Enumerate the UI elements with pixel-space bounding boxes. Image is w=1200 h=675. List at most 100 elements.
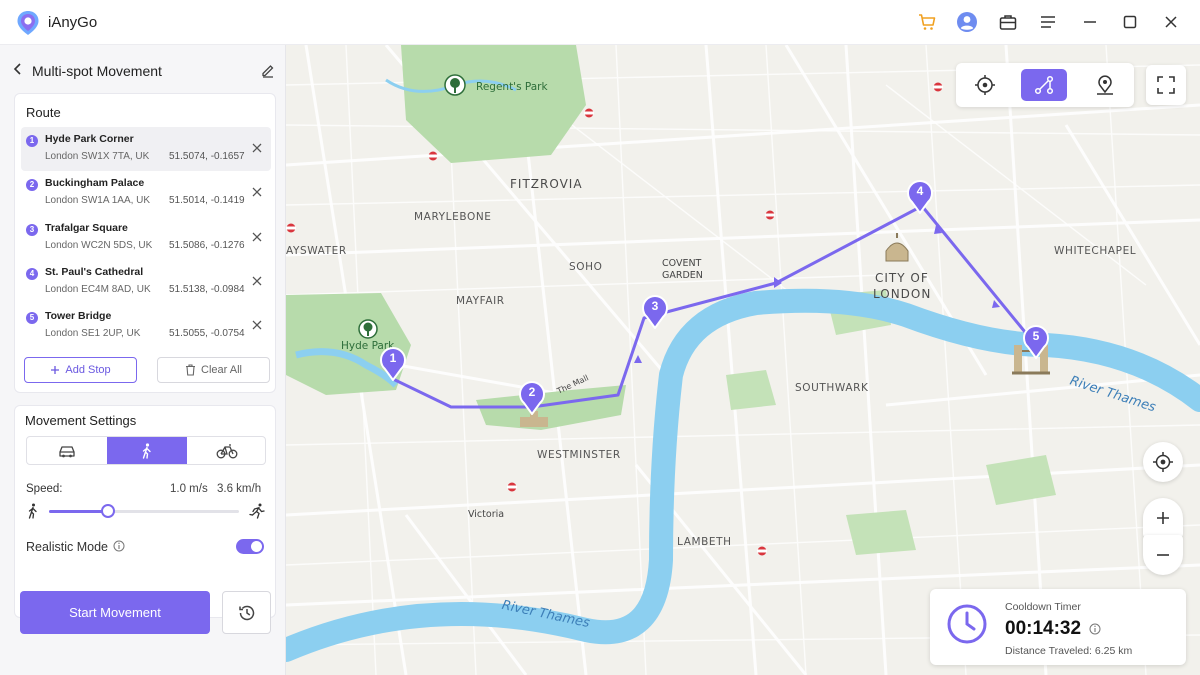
crosshair-icon	[975, 75, 995, 95]
movement-settings-title: Movement Settings	[25, 413, 137, 428]
cooldown-timer-value: 00:14:32	[1005, 618, 1082, 639]
pin-number: 4	[916, 184, 924, 198]
map-label: SOHO	[569, 261, 603, 273]
start-movement-button[interactable]: Start Movement	[20, 591, 210, 634]
toolbox-button[interactable]	[997, 11, 1019, 33]
route-pin[interactable]: 3	[641, 295, 669, 330]
stop-number-badge: 4	[26, 268, 38, 280]
route-pin[interactable]: 4	[906, 180, 934, 215]
add-stop-button[interactable]: Add Stop	[24, 357, 137, 383]
stop-coordinates: 51.5014, -0.1419	[169, 195, 245, 206]
map-label: CITY OF	[875, 271, 929, 285]
map-label: COVENT	[662, 258, 702, 269]
stop-address: London WC2N 5DS, UK	[45, 240, 153, 251]
close-icon	[1165, 16, 1177, 28]
clear-all-label: Clear All	[201, 364, 242, 376]
walk-mode-button[interactable]	[107, 437, 187, 464]
back-arrow-icon[interactable]	[10, 61, 26, 77]
location-pin-icon	[1097, 75, 1113, 95]
map-label: WESTMINSTER	[537, 449, 621, 461]
remove-stop-icon[interactable]	[250, 274, 264, 288]
remove-stop-icon[interactable]	[250, 318, 264, 332]
map-background	[286, 45, 1200, 675]
route-stop[interactable]: 3 Trafalgar Square London WC2N 5DS, UK 5…	[21, 216, 271, 260]
minimize-button[interactable]	[1079, 11, 1101, 33]
realistic-mode-toggle[interactable]	[236, 539, 264, 554]
route-pin[interactable]: 5	[1022, 325, 1050, 360]
panel-header: Multi-spot Movement	[0, 45, 286, 93]
zoom-out-button[interactable]	[1143, 535, 1183, 575]
map-label: MAYFAIR	[456, 295, 505, 307]
pin-number: 1	[389, 351, 397, 365]
stop-coordinates: 51.5074, -0.1657	[169, 151, 245, 162]
plus-icon	[1157, 512, 1169, 524]
map-view[interactable]: Regent's Park FITZROVIA MARYLEBONE AYSWA…	[286, 45, 1200, 675]
remove-stop-icon[interactable]	[250, 230, 264, 244]
single-spot-mode-button[interactable]	[1082, 69, 1128, 101]
locate-me-button[interactable]	[1143, 442, 1183, 482]
teleport-mode-button[interactable]	[962, 69, 1008, 101]
map-label: Victoria	[468, 509, 505, 520]
map-label: MARYLEBONE	[414, 211, 492, 223]
stop-name: Tower Bridge	[45, 310, 112, 322]
fullscreen-button[interactable]	[1146, 65, 1186, 105]
route-pin[interactable]: 1	[379, 347, 407, 382]
stop-coordinates: 51.5055, -0.0754	[169, 328, 245, 339]
map-label: GARDEN	[662, 270, 703, 281]
cooldown-timer-card: Cooldown Timer 00:14:32 Distance Travele…	[930, 589, 1186, 665]
app-logo-icon	[17, 11, 39, 35]
panel-title: Multi-spot Movement	[32, 63, 162, 79]
distance-traveled: Distance Traveled: 6.25 km	[1005, 645, 1133, 657]
route-stop[interactable]: 1 Hyde Park Corner London SW1X 7TA, UK 5…	[21, 127, 271, 171]
car-mode-button[interactable]	[27, 437, 107, 464]
route-stop[interactable]: 2 Buckingham Palace London SW1A 1AA, UK …	[21, 171, 271, 215]
menu-icon	[1041, 16, 1055, 28]
car-icon	[59, 445, 75, 457]
speed-slider[interactable]	[49, 504, 239, 518]
bike-icon	[216, 443, 238, 458]
plus-icon	[51, 366, 60, 374]
info-icon[interactable]	[113, 540, 125, 552]
map-label: LONDON	[873, 287, 932, 301]
info-icon[interactable]	[1089, 623, 1101, 635]
stop-coordinates: 51.5138, -0.0984	[169, 284, 245, 295]
stop-name: Hyde Park Corner	[45, 133, 134, 145]
speed-slider-fill	[49, 510, 108, 513]
edit-icon[interactable]	[260, 62, 276, 78]
route-card: Route 1 Hyde Park Corner London SW1X 7TA…	[14, 93, 276, 393]
speed-ms-value: 1.0 m/s	[170, 483, 208, 495]
stop-name: Trafalgar Square	[45, 222, 128, 234]
route-stop[interactable]: 5 Tower Bridge London SE1 2UP, UK 51.505…	[21, 304, 271, 348]
route-pin[interactable]: 2	[518, 381, 546, 416]
stop-number-badge: 5	[26, 312, 38, 324]
remove-stop-icon[interactable]	[250, 185, 264, 199]
pin-number: 5	[1032, 329, 1040, 343]
close-button[interactable]	[1160, 11, 1182, 33]
history-button[interactable]	[222, 591, 271, 634]
trash-icon	[186, 364, 196, 376]
zoom-in-button[interactable]	[1143, 498, 1183, 538]
account-button[interactable]	[956, 11, 978, 33]
map-mode-toolbar	[956, 63, 1134, 107]
cooldown-timer-label: Cooldown Timer	[1005, 601, 1081, 613]
map-label: LAMBETH	[677, 536, 732, 548]
regents-park-tree-icon	[444, 74, 466, 96]
realistic-mode-label: Realistic Mode	[26, 540, 108, 554]
route-stop[interactable]: 4 St. Paul's Cathedral London EC4M 8AD, …	[21, 260, 271, 304]
bike-mode-button[interactable]	[187, 437, 265, 464]
speed-label: Speed:	[26, 483, 63, 495]
title-bar: iAnyGo	[0, 0, 1200, 45]
remove-stop-icon[interactable]	[250, 141, 264, 155]
menu-button[interactable]	[1037, 11, 1059, 33]
maximize-button[interactable]	[1119, 11, 1141, 33]
cart-button[interactable]	[916, 11, 938, 33]
route-title: Route	[26, 105, 61, 120]
stop-number-badge: 2	[26, 179, 38, 191]
clear-all-button[interactable]: Clear All	[157, 357, 270, 383]
multi-spot-mode-button[interactable]	[1021, 69, 1067, 101]
clock-icon	[947, 604, 987, 644]
speed-slider-thumb[interactable]	[100, 504, 115, 518]
stop-address: London SW1X 7TA, UK	[45, 151, 150, 162]
st-pauls-dome-icon	[885, 233, 909, 262]
user-icon	[957, 12, 977, 32]
